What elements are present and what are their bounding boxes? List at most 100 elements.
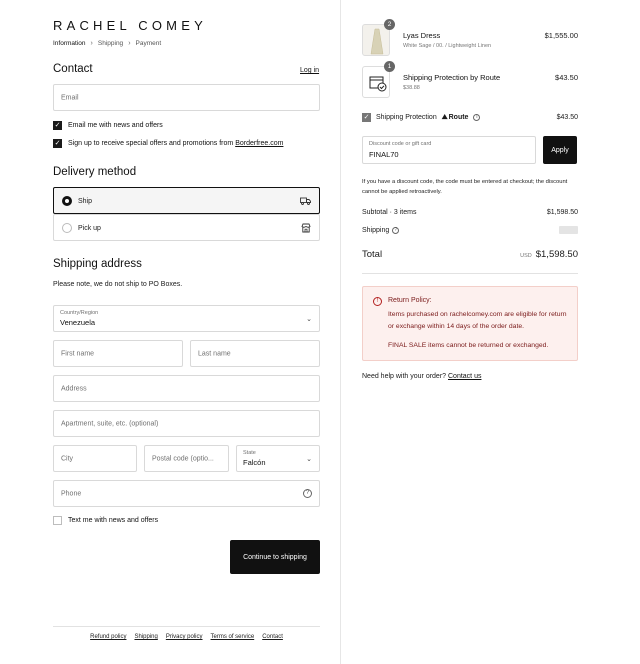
checkout-form-panel: RACHEL COMEY Information › Shipping › Pa… (0, 0, 341, 664)
help-text: Need help with your order? Contact us (362, 373, 482, 380)
state-value: Falcón (243, 458, 266, 467)
chevron-down-icon: ⌄ (306, 315, 312, 323)
item-variant: $38.88 (403, 85, 420, 91)
breadcrumb-information[interactable]: Information (53, 40, 86, 47)
footer-links: Refund policy Shipping Privacy policy Te… (53, 626, 320, 640)
shipping-link[interactable]: Shipping (134, 634, 157, 640)
return-policy-title: Return Policy: (388, 297, 432, 304)
last-name-placeholder: Last name (198, 350, 231, 357)
shipping-loading-placeholder (559, 226, 578, 234)
delivery-title: Delivery method (53, 166, 137, 178)
borderfree-link[interactable]: Borderfree.com (235, 140, 283, 147)
help-icon[interactable]: ? (303, 489, 312, 498)
shipping-label: Shipping (362, 226, 390, 234)
radio-unselected-icon (62, 223, 72, 233)
country-label: Country/Region (60, 310, 99, 316)
item-price: $43.50 (555, 73, 578, 82)
total-row: Total USD $1,598.50 (362, 249, 578, 260)
currency-code: USD (520, 253, 532, 259)
apply-discount-button[interactable]: Apply (543, 136, 577, 164)
shipping-row: Shipping ? (362, 226, 578, 234)
dress-image (370, 28, 384, 55)
postal-placeholder: Postal code (optio... (152, 455, 214, 462)
shipping-protection-row: ✓ Shipping Protection ⛰ Route i $43.50 (362, 113, 578, 122)
item-variant: White Sage / 00. / Lightweight Linen (403, 43, 492, 49)
discount-value: FINAL70 (369, 150, 399, 159)
state-select[interactable]: State Falcón ⌄ (236, 445, 320, 472)
checkbox-icon[interactable] (53, 516, 62, 525)
discount-code-field[interactable]: Discount code or gift card FINAL70 (362, 136, 536, 164)
discount-label: Discount code or gift card (369, 141, 432, 147)
checkmark-icon[interactable]: ✓ (53, 139, 62, 148)
quantity-badge: 1 (384, 61, 395, 72)
product-thumbnail: 2 (362, 19, 395, 56)
info-icon[interactable]: i (473, 114, 481, 121)
chevron-right-icon: › (128, 40, 131, 47)
breadcrumb-payment: Payment (135, 40, 162, 47)
state-label: State (243, 450, 256, 456)
item-price: $1,555.00 (544, 31, 578, 40)
breadcrumb-shipping: Shipping (97, 40, 124, 47)
apartment-placeholder: Apartment, suite, etc. (optional) (61, 420, 159, 427)
last-name-field[interactable]: Last name (190, 340, 320, 367)
email-field[interactable]: Email (53, 84, 320, 111)
email-news-checkbox-row[interactable]: ✓ Email me with news and offers (53, 121, 163, 130)
contact-us-link[interactable]: Contact us (448, 373, 481, 380)
brand-logo[interactable]: RACHEL COMEY (53, 18, 207, 33)
quantity-badge: 2 (384, 19, 395, 30)
package-shield-icon (369, 76, 387, 92)
text-news-label: Text me with news and offers (68, 517, 159, 524)
email-news-label: Email me with news and offers (68, 122, 163, 129)
refund-policy-link[interactable]: Refund policy (90, 634, 126, 640)
discount-note: If you have a discount code, the code mu… (362, 179, 568, 195)
delivery-option-pickup[interactable]: Pick up (53, 214, 320, 241)
offers-checkbox-row[interactable]: ✓ Sign up to receive special offers and … (53, 139, 283, 148)
order-item: 1 Shipping Protection by Route $38.88 $4… (362, 61, 578, 98)
protection-price: $43.50 (556, 114, 578, 121)
address-placeholder: Address (61, 385, 87, 392)
contact-link[interactable]: Contact (262, 634, 283, 640)
truck-icon (300, 197, 311, 205)
checkmark-icon[interactable]: ✓ (53, 121, 62, 130)
city-field[interactable]: City (53, 445, 137, 472)
store-icon (301, 223, 311, 233)
po-box-note: Please note, we do not ship to PO Boxes. (53, 281, 183, 288)
return-policy-notice: ! Return Policy: Items purchased on rach… (362, 286, 578, 361)
order-item: 2 Lyas Dress White Sage / 00. / Lightwei… (362, 19, 578, 56)
product-thumbnail: 1 (362, 61, 395, 98)
divider (362, 273, 578, 274)
terms-link[interactable]: Terms of service (211, 634, 255, 640)
delivery-option-ship[interactable]: Ship (53, 187, 320, 214)
city-placeholder: City (61, 455, 74, 462)
postal-code-field[interactable]: Postal code (optio... (144, 445, 229, 472)
apartment-field[interactable]: Apartment, suite, etc. (optional) (53, 410, 320, 437)
pickup-label: Pick up (78, 224, 101, 232)
total-label: Total (362, 249, 383, 260)
subtotal-value: $1,598.50 (546, 209, 578, 216)
protection-label: Shipping Protection (376, 114, 437, 121)
first-name-field[interactable]: First name (53, 340, 183, 367)
return-policy-line1: Items purchased on rachelcomey.com are e… (388, 311, 567, 330)
route-brand: Route (448, 114, 469, 121)
alert-icon: ! (373, 297, 382, 306)
contact-title: Contact (53, 63, 93, 75)
return-policy-line2: FINAL SALE items cannot be returned or e… (388, 342, 549, 349)
country-select[interactable]: Country/Region Venezuela ⌄ (53, 305, 320, 332)
login-link[interactable]: Log in (300, 67, 319, 74)
subtotal-row: Subtotal · 3 items $1,598.50 (362, 209, 578, 216)
address-field[interactable]: Address (53, 375, 320, 402)
help-icon[interactable]: ? (392, 226, 400, 234)
continue-to-shipping-button[interactable]: Continue to shipping (230, 540, 320, 574)
total-value: $1,598.50 (535, 249, 578, 260)
first-name-placeholder: First name (61, 350, 95, 357)
item-title: Lyas Dress (403, 31, 441, 40)
protection-checkbox[interactable]: ✓ (362, 113, 371, 122)
shipping-address-title: Shipping address (53, 258, 142, 270)
privacy-policy-link[interactable]: Privacy policy (166, 634, 203, 640)
route-logo-icon: ⛰ (441, 113, 448, 121)
chevron-right-icon: › (90, 40, 93, 47)
breadcrumb: Information › Shipping › Payment (53, 40, 161, 47)
phone-field[interactable]: Phone ? (53, 480, 320, 507)
chevron-down-icon: ⌄ (306, 455, 312, 463)
text-news-checkbox-row[interactable]: Text me with news and offers (53, 516, 158, 525)
